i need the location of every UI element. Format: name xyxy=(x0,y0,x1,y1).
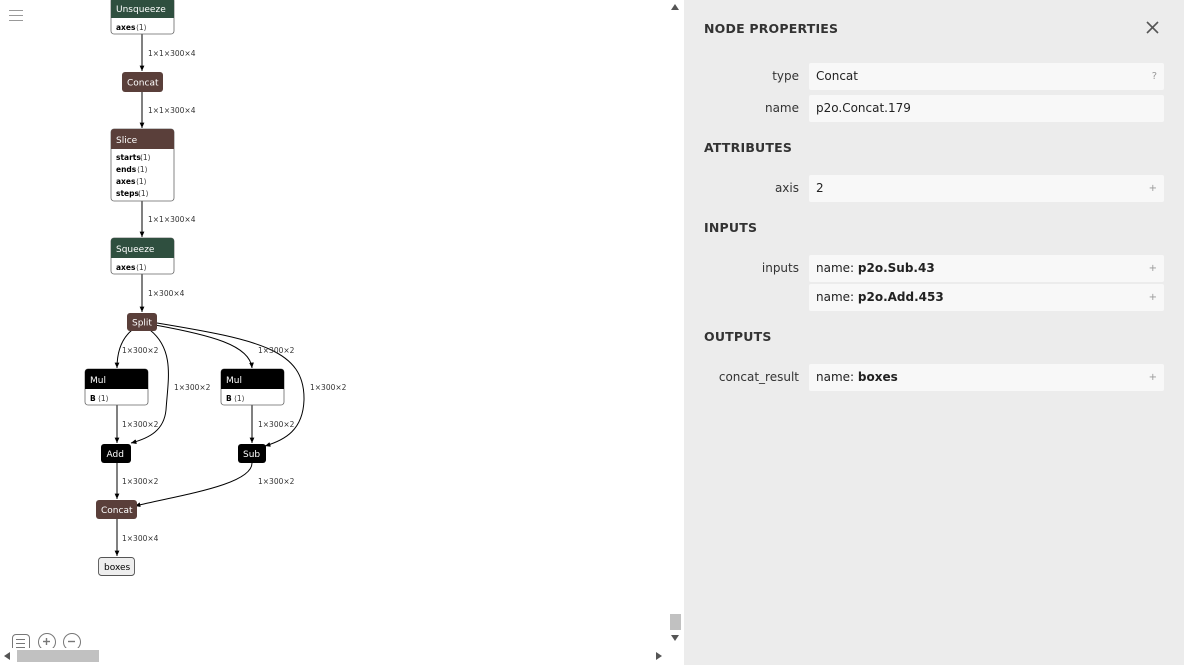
graph-svg[interactable]: 1×1×300×4 1×1×300×4 1×1×300×4 1×300×4 1×… xyxy=(0,0,667,648)
input-name-prefix: name: xyxy=(816,261,858,275)
attr-value: ⟨1⟩ xyxy=(140,153,151,162)
attr-key: B xyxy=(226,394,232,403)
node-concat-bottom[interactable]: Concat xyxy=(96,500,137,519)
scroll-down-arrow-icon[interactable] xyxy=(671,635,679,641)
node-concat-top[interactable]: Concat xyxy=(122,72,163,92)
attr-value: ⟨1⟩ xyxy=(136,23,147,32)
outputs-section-title: OUTPUTS xyxy=(704,329,772,344)
edge-label: 1×300×2 xyxy=(258,477,295,486)
node-split[interactable]: Split xyxy=(127,313,157,331)
input-name-prefix: name: xyxy=(816,290,858,304)
node-title: Mul xyxy=(90,376,106,386)
node-title: Concat xyxy=(101,506,133,516)
node-output-boxes[interactable]: boxes xyxy=(98,557,135,576)
attr-value: ⟨1⟩ xyxy=(136,263,147,272)
scroll-right-arrow-icon[interactable] xyxy=(656,652,662,660)
help-icon[interactable]: ? xyxy=(1152,63,1157,90)
node-title: Slice xyxy=(116,136,138,146)
attr-value: ⟨1⟩ xyxy=(234,394,245,403)
node-title: Mul xyxy=(226,376,242,386)
attr-value: ⟨1⟩ xyxy=(137,165,148,174)
node-sub[interactable]: Sub xyxy=(238,444,266,463)
edge-label: 1×300×2 xyxy=(122,346,159,355)
input-name-value: p2o.Sub.43 xyxy=(857,261,935,275)
edge-label: 1×1×300×4 xyxy=(148,106,196,115)
node-squeeze[interactable]: Squeeze axes ⟨1⟩ xyxy=(110,237,175,275)
type-field[interactable]: Concat ? xyxy=(809,63,1164,90)
output-label: concat_result xyxy=(718,370,799,384)
name-label: name xyxy=(764,101,799,115)
input-item[interactable]: name: p2o.Add.453 + xyxy=(809,284,1164,311)
vertical-scrollbar[interactable] xyxy=(667,0,684,648)
attr-key: axes xyxy=(116,263,136,272)
inputs-label: inputs xyxy=(761,261,799,275)
edge-label: 1×300×2 xyxy=(258,420,295,429)
inputs-section-title: INPUTS xyxy=(704,220,758,235)
attr-key: axes xyxy=(116,23,136,32)
name-value: p2o.Concat.179 xyxy=(816,101,911,115)
input-name-value: p2o.Add.453 xyxy=(857,290,944,304)
panel-title: NODE PROPERTIES xyxy=(704,21,839,36)
node-slice[interactable]: Slice starts ⟨1⟩ ends ⟨1⟩ axes ⟨1⟩ steps… xyxy=(110,128,175,202)
output-item[interactable]: name: boxes + xyxy=(809,364,1164,391)
node-add[interactable]: Add xyxy=(101,444,131,463)
vertical-scroll-thumb[interactable] xyxy=(670,614,681,630)
attr-value: ⟨1⟩ xyxy=(98,394,109,403)
node-title: Squeeze xyxy=(116,245,155,255)
node-title: boxes xyxy=(104,563,131,573)
output-name-prefix: name: xyxy=(816,370,858,384)
horizontal-scrollbar[interactable] xyxy=(0,648,667,665)
type-label: type xyxy=(772,69,799,83)
axis-label: axis xyxy=(774,181,799,195)
edge-label: 1×300×2 xyxy=(174,383,211,392)
edge-label: 1×300×2 xyxy=(310,383,347,392)
axis-value: 2 xyxy=(816,181,824,195)
attr-key: steps xyxy=(116,189,140,198)
name-field[interactable]: p2o.Concat.179 xyxy=(809,95,1164,122)
edge-label: 1×1×300×4 xyxy=(148,215,196,224)
attr-key: B xyxy=(90,394,96,403)
input-item[interactable]: name: p2o.Sub.43 + xyxy=(809,255,1164,282)
hamburger-menu-icon[interactable] xyxy=(9,10,23,24)
node-title: Concat xyxy=(127,79,159,89)
close-icon[interactable] xyxy=(1143,18,1163,38)
expand-icon[interactable]: + xyxy=(1149,255,1157,282)
node-mul-left[interactable]: Mul B ⟨1⟩ xyxy=(84,368,149,406)
edge-label: 1×1×300×4 xyxy=(148,49,196,58)
edge-label: 1×300×4 xyxy=(148,289,185,298)
axis-field[interactable]: 2 + xyxy=(809,175,1164,202)
graph-canvas[interactable]: 1×1×300×4 1×1×300×4 1×1×300×4 1×300×4 1×… xyxy=(0,0,667,665)
attr-key: ends xyxy=(116,165,137,174)
node-mul-right[interactable]: Mul B ⟨1⟩ xyxy=(220,368,285,406)
scroll-up-arrow-icon[interactable] xyxy=(671,4,679,10)
node-title: Add xyxy=(107,450,124,460)
edge-label: 1×300×4 xyxy=(122,534,159,543)
expand-icon[interactable]: + xyxy=(1149,364,1157,391)
type-value: Concat xyxy=(816,69,858,83)
edge-labels-group: 1×1×300×4 1×1×300×4 1×1×300×4 1×300×4 1×… xyxy=(122,49,347,543)
node-unsqueeze[interactable]: Unsqueeze axes ⟨1⟩ xyxy=(110,0,175,35)
edge-label: 1×300×2 xyxy=(258,346,295,355)
attr-key: starts xyxy=(116,153,141,162)
attributes-section-title: ATTRIBUTES xyxy=(704,140,793,155)
attr-key: axes xyxy=(116,177,136,186)
edge-label: 1×300×2 xyxy=(122,477,159,486)
expand-icon[interactable]: + xyxy=(1149,175,1157,202)
node-properties-panel: NODE PROPERTIES type Concat ? name p2o.C… xyxy=(684,0,1184,665)
horizontal-scroll-thumb[interactable] xyxy=(17,650,99,662)
scroll-left-arrow-icon[interactable] xyxy=(4,652,10,660)
node-title: Split xyxy=(132,319,152,329)
edge-label: 1×300×2 xyxy=(122,420,159,429)
attr-value: ⟨1⟩ xyxy=(136,177,147,186)
expand-icon[interactable]: + xyxy=(1149,284,1157,311)
node-title: Sub xyxy=(243,450,260,460)
attr-value: ⟨1⟩ xyxy=(138,189,149,198)
output-name-value: boxes xyxy=(857,370,898,384)
node-title: Unsqueeze xyxy=(116,5,166,15)
